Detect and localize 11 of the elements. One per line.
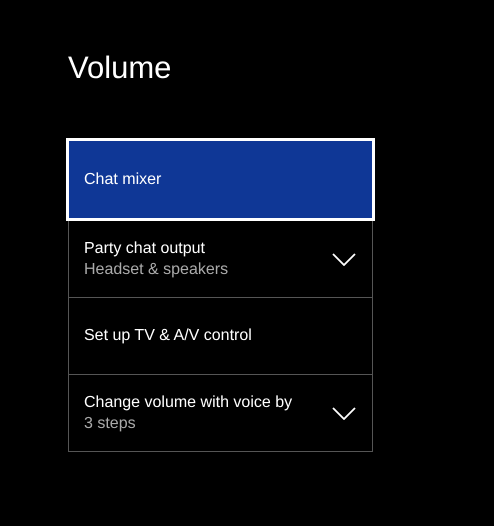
dropdown-setting[interactable]: Change volume with voice by 3 steps <box>68 375 373 452</box>
setting-button[interactable]: Set up TV & A/V control <box>68 298 373 375</box>
setting-value: Headset & speakers <box>84 260 228 278</box>
setting-button[interactable]: Chat mixer <box>66 138 375 221</box>
chevron-down-icon <box>332 252 356 266</box>
chevron-down-icon <box>332 406 356 420</box>
dropdown-setting[interactable]: Party chat output Headset & speakers <box>68 221 373 298</box>
setting-value: 3 steps <box>84 414 137 432</box>
page-title: Volume <box>68 50 172 86</box>
setting-label: Party chat output <box>84 240 206 258</box>
setting-label: Change volume with voice by <box>84 394 292 412</box>
